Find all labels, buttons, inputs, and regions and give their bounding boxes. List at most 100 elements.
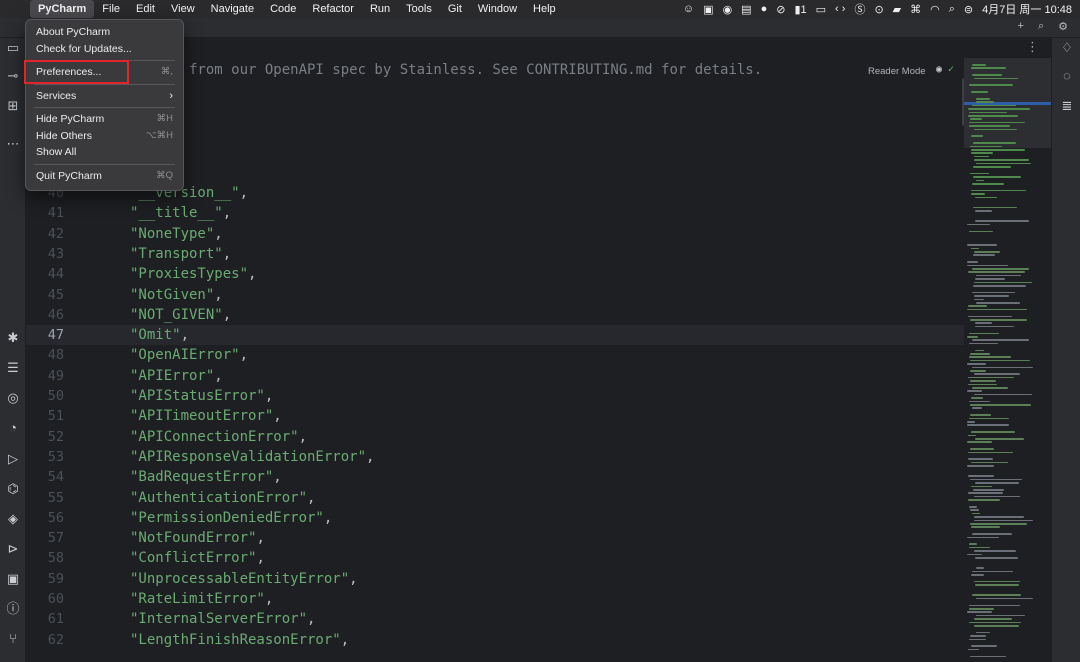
menu-run[interactable]: Run [362, 0, 398, 18]
youdao-icon[interactable]: ▤ [741, 3, 751, 16]
line-number[interactable]: 58 [26, 548, 64, 568]
code-line[interactable]: 52"APIConnectionError", [26, 427, 964, 447]
menu-about-pycharm[interactable]: About PyCharm [26, 24, 183, 41]
code-line[interactable]: 45"NotGiven", [26, 285, 964, 305]
battery-icon[interactable]: ▰ [893, 3, 901, 16]
code-line[interactable]: 55"AuthenticationError", [26, 488, 964, 508]
menu-refactor[interactable]: Refactor [304, 0, 362, 18]
settings-icon[interactable]: ⚙ [1058, 20, 1068, 33]
menu-view[interactable]: View [163, 0, 203, 18]
line-number[interactable]: 53 [26, 447, 64, 467]
line-number[interactable]: 55 [26, 488, 64, 508]
code-line[interactable]: 46"NOT_GIVEN", [26, 305, 964, 325]
menu-quit-pycharm[interactable]: Quit PyCharm⌘Q [26, 168, 183, 185]
more-icon[interactable]: ⋯ [3, 134, 23, 154]
control-center-icon[interactable]: ⊜ [964, 3, 973, 16]
line-number[interactable]: 59 [26, 569, 64, 589]
tab-options-icon[interactable]: ⋮ [1026, 39, 1039, 55]
smiley-icon[interactable]: ☺ [683, 3, 694, 15]
code-line[interactable]: 49"APIError", [26, 366, 964, 386]
line-number[interactable]: 46 [26, 305, 64, 325]
slash-icon[interactable]: ⊘ [776, 3, 785, 16]
code-line[interactable]: 44"ProxiesTypes", [26, 264, 964, 284]
line-number[interactable]: 47 [26, 325, 64, 345]
ai-assistant-icon[interactable]: ◌ [1057, 66, 1077, 86]
code-line[interactable]: 57"NotFoundError", [26, 528, 964, 548]
code-line[interactable]: 62"LengthFinishReasonError", [26, 630, 964, 650]
code-line[interactable]: 53"APIResponseValidationError", [26, 447, 964, 467]
structure-icon[interactable]: ⊞ [3, 96, 23, 116]
line-number[interactable]: 52 [26, 427, 64, 447]
git-icon[interactable]: ⑂ [3, 629, 23, 649]
code-brackets-icon[interactable]: ‹ › [835, 3, 845, 15]
line-number[interactable]: 56 [26, 508, 64, 528]
input-method-icon[interactable]: ▣ [703, 3, 713, 16]
line-number[interactable]: 48 [26, 345, 64, 365]
menu-services[interactable]: Services› [26, 88, 183, 105]
profiler-icon[interactable]: ◔ [3, 418, 23, 438]
battery-monitor-icon[interactable]: ▭ [816, 3, 826, 16]
deploy-icon[interactable]: ⊳ [3, 539, 23, 559]
record-icon[interactable]: ⊙ [874, 3, 883, 16]
line-number[interactable]: 62 [26, 630, 64, 650]
code-line[interactable]: 48"OpenAIError", [26, 345, 964, 365]
line-number[interactable]: 57 [26, 528, 64, 548]
line-number[interactable]: 54 [26, 467, 64, 487]
s-app-icon[interactable]: Ⓢ [854, 1, 865, 17]
line-number[interactable]: 60 [26, 589, 64, 609]
services-icon[interactable]: ◎ [3, 388, 23, 408]
problems-icon[interactable]: ⓘ [3, 599, 23, 619]
add-icon[interactable]: + [1018, 20, 1024, 33]
code-line[interactable]: 60"RateLimitError", [26, 589, 964, 609]
line-number[interactable]: 45 [26, 285, 64, 305]
line-number[interactable]: 51 [26, 406, 64, 426]
search-everywhere-icon[interactable]: ⌕ [1038, 20, 1044, 33]
menu-hide-pycharm[interactable]: Hide PyCharm⌘H [26, 111, 183, 128]
tray-badge-icon[interactable]: ▮1 [794, 3, 806, 16]
code-line[interactable]: 59"UnprocessableEntityError", [26, 569, 964, 589]
menu-git[interactable]: Git [440, 0, 470, 18]
code-line[interactable]: 43"Transport", [26, 244, 964, 264]
network-icon[interactable]: ⌘ [910, 3, 921, 16]
menu-window[interactable]: Window [470, 0, 525, 18]
code-line[interactable]: 47"Omit", [26, 325, 964, 345]
wechat-icon[interactable]: ● [761, 3, 768, 15]
line-number[interactable]: 43 [26, 244, 64, 264]
inspection-widget[interactable]: ◉ ✓ [936, 64, 954, 75]
menu-code[interactable]: Code [262, 0, 304, 18]
reader-eye-icon[interactable]: ◉ [936, 64, 942, 75]
line-number[interactable]: 61 [26, 609, 64, 629]
menu-tools[interactable]: Tools [398, 0, 440, 18]
run-icon[interactable]: ▷ [3, 449, 23, 469]
code-line[interactable]: 58"ConflictError", [26, 548, 964, 568]
code-line[interactable]: 41"__title__", [26, 203, 964, 223]
todo-icon[interactable]: ☰ [3, 358, 23, 378]
menu-pycharm[interactable]: PyCharm [30, 0, 94, 18]
menu-show-all[interactable]: Show All [26, 144, 183, 161]
menu-check-for-updates[interactable]: Check for Updates... [26, 41, 183, 58]
menu-navigate[interactable]: Navigate [203, 0, 262, 18]
code-line[interactable]: 51"APITimeoutError", [26, 406, 964, 426]
clock[interactable]: 4月7日 周一 10:48 [982, 1, 1072, 17]
menu-hide-others[interactable]: Hide Others⌥⌘H [26, 128, 183, 145]
database-icon[interactable]: ≣ [1057, 96, 1077, 116]
app-tray-icon[interactable]: ◉ [723, 3, 733, 16]
python-console-icon[interactable]: ⌬ [3, 479, 23, 499]
commit-icon[interactable]: ⊸ [3, 66, 23, 86]
code-line[interactable]: 42"NoneType", [26, 224, 964, 244]
code-line[interactable]: 56"PermissionDeniedError", [26, 508, 964, 528]
search-icon[interactable]: ⌕ [949, 3, 955, 16]
menu-file[interactable]: File [94, 0, 128, 18]
line-number[interactable]: 50 [26, 386, 64, 406]
layers-icon[interactable]: ◈ [3, 509, 23, 529]
code-line[interactable]: 54"BadRequestError", [26, 467, 964, 487]
line-number[interactable]: 49 [26, 366, 64, 386]
code-line[interactable]: 50"APIStatusError", [26, 386, 964, 406]
minimap[interactable] [964, 58, 1051, 662]
reader-mode-toggle[interactable]: Reader Mode [868, 66, 926, 77]
notifications-icon[interactable]: ♢ [1057, 38, 1077, 58]
wifi-icon[interactable]: ◠ [930, 3, 940, 16]
debug-icon[interactable]: ✱ [3, 328, 23, 348]
line-number[interactable]: 44 [26, 264, 64, 284]
menu-help[interactable]: Help [525, 0, 564, 18]
